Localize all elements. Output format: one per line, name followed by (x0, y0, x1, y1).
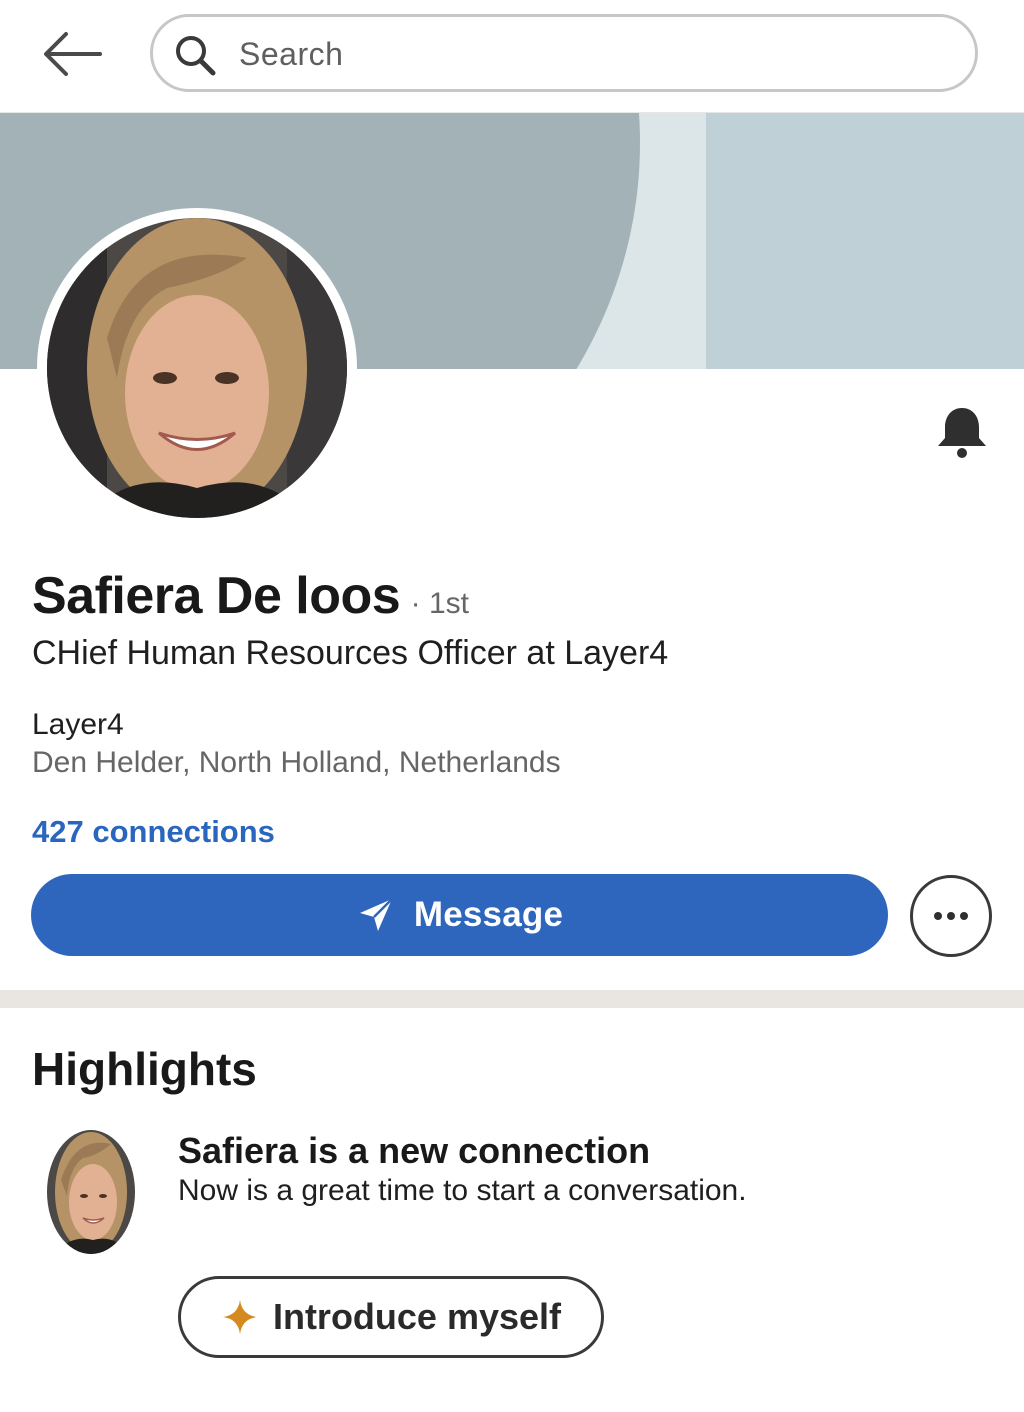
profile-name: Safiera De loos (32, 567, 401, 625)
ellipsis-icon (934, 912, 968, 920)
highlight-heading: Safiera is a new connection (178, 1130, 651, 1171)
connection-degree: · 1st (410, 587, 470, 620)
profile-location: Den Helder, North Holland, Netherlands (32, 746, 561, 779)
search-bar[interactable] (150, 14, 978, 92)
profile-headline: CHief Human Resources Officer at Layer4 (32, 634, 669, 672)
back-button[interactable] (38, 26, 106, 82)
bell-icon (938, 408, 986, 458)
highlight-photo (47, 1130, 135, 1254)
profile-avatar[interactable] (47, 218, 347, 518)
search-input[interactable] (237, 27, 941, 81)
more-options-button[interactable] (910, 875, 992, 957)
introduce-myself-button[interactable]: Introduce myself (178, 1276, 604, 1358)
name-row: Safiera De loos · 1st (32, 566, 469, 626)
sparkle-icon (222, 1300, 257, 1334)
top-bar (0, 0, 1024, 114)
message-button[interactable]: Message (31, 874, 888, 956)
connections-link[interactable]: 427 connections (32, 814, 275, 850)
message-label: Message (413, 895, 564, 934)
follow-bell-button[interactable] (932, 402, 992, 462)
profile-company: Layer4 (32, 708, 124, 741)
highlight-subtext: Now is a great time to start a conversat… (178, 1174, 747, 1207)
send-icon (359, 898, 393, 931)
banner-panel (706, 113, 1024, 369)
profile-photo (47, 218, 347, 518)
highlights-title: Highlights (32, 1043, 257, 1095)
highlight-avatar (47, 1130, 135, 1254)
arrow-left-icon (44, 32, 102, 76)
search-icon (176, 36, 216, 76)
introduce-myself-label: Introduce myself (272, 1296, 562, 1337)
section-divider (0, 990, 1024, 1008)
